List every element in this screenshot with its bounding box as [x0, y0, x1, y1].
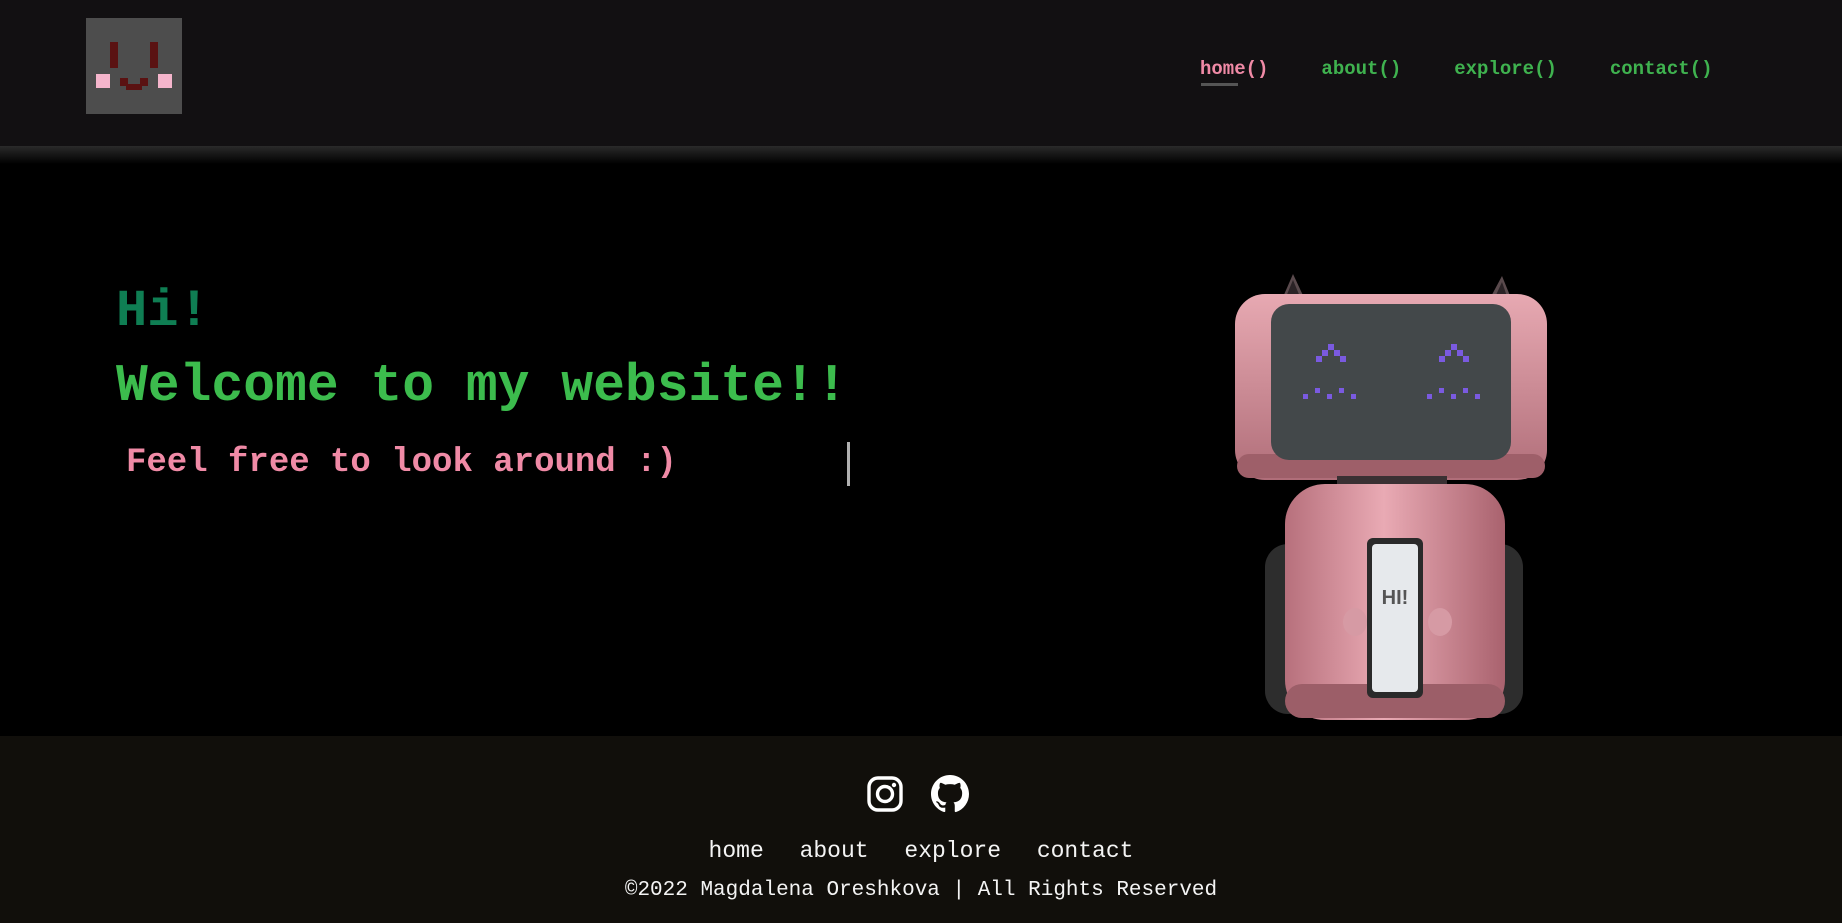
- nav-contact-link[interactable]: contact(): [1610, 58, 1713, 80]
- github-icon: [931, 775, 969, 813]
- footer-contact-link[interactable]: contact: [1037, 838, 1134, 864]
- nav-explore-link[interactable]: explore(): [1454, 58, 1557, 80]
- instagram-link[interactable]: [866, 775, 904, 813]
- hero-subtitle: Feel free to look around :): [126, 444, 677, 482]
- github-link[interactable]: [931, 775, 969, 813]
- header-shadow: [0, 146, 1842, 164]
- nav-about-link[interactable]: about(): [1321, 58, 1401, 80]
- pixel-face-logo-icon: [86, 18, 182, 114]
- main-nav: home() about() explore() contact(): [1200, 58, 1713, 86]
- social-links: [866, 775, 969, 813]
- hero-welcome-heading: Welcome to my website!!: [116, 356, 848, 416]
- copyright-text: ©2022 Magdalena Oreshkova | All Rights R…: [624, 879, 1218, 902]
- instagram-icon: [867, 776, 903, 812]
- nav-home-link[interactable]: home(): [1200, 58, 1268, 86]
- hero-section: Hi! Welcome to my website!! Feel free to…: [0, 164, 1842, 736]
- robot-screen-text: HI!: [1382, 587, 1409, 609]
- footer-nav: home about explore contact: [0, 838, 1842, 864]
- typing-cursor: [847, 442, 850, 486]
- footer-about-link[interactable]: about: [800, 838, 869, 864]
- site-header: home() about() explore() contact(): [0, 0, 1842, 146]
- footer-explore-link[interactable]: explore: [904, 838, 1001, 864]
- site-footer: home about explore contact ©2022 Magdale…: [0, 736, 1842, 923]
- logo[interactable]: [86, 18, 182, 114]
- footer-home-link[interactable]: home: [709, 838, 764, 864]
- hero-greeting: Hi!: [116, 282, 210, 341]
